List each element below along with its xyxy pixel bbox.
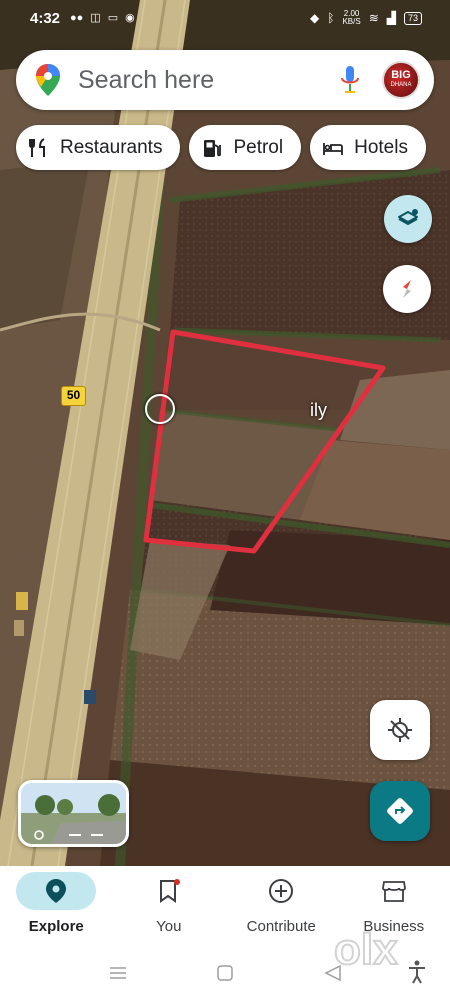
menu-icon[interactable] bbox=[110, 967, 126, 979]
instagram-icon: ◫ bbox=[90, 12, 101, 24]
bed-icon bbox=[323, 142, 343, 155]
status-bar: 4:32 ●● ◫ ▭ ◉ ◆ ᛒ 2.00 KB/S ≋ ▟ 73 bbox=[0, 0, 450, 38]
my-location-button[interactable] bbox=[370, 700, 430, 760]
bluetooth-icon: ᛒ bbox=[327, 11, 335, 25]
nav-label: Contribute bbox=[246, 918, 316, 935]
microphone-icon[interactable] bbox=[340, 66, 360, 94]
fuel-pump-icon bbox=[204, 139, 222, 157]
layers-button[interactable] bbox=[384, 195, 432, 243]
home-icon[interactable] bbox=[217, 965, 233, 981]
search-bar[interactable]: Search here BIG DHANA bbox=[16, 50, 434, 110]
directions-icon bbox=[387, 798, 413, 824]
app-notification-icon: ▭ bbox=[107, 12, 119, 24]
location-off-icon bbox=[388, 718, 412, 742]
category-chips: Restaurants Petrol Hotels bbox=[16, 125, 426, 170]
chip-petrol[interactable]: Petrol bbox=[189, 125, 302, 170]
network-speed: 2.00 KB/S bbox=[342, 9, 361, 26]
compass-icon bbox=[403, 280, 411, 298]
location-status-icon: ◉ bbox=[125, 12, 135, 24]
storefront-icon bbox=[381, 881, 406, 902]
olx-watermark-logo: olx bbox=[333, 924, 399, 975]
fork-knife-icon bbox=[29, 137, 45, 157]
layers-icon bbox=[398, 209, 418, 225]
location-pin-icon bbox=[46, 879, 67, 903]
chip-label: Hotels bbox=[354, 136, 408, 158]
maps-logo-icon bbox=[36, 64, 60, 96]
place-marker-icon[interactable] bbox=[145, 394, 175, 424]
chip-hotels[interactable]: Hotels bbox=[310, 125, 426, 170]
street-view-image bbox=[21, 783, 126, 844]
svg-text:olx: olx bbox=[334, 925, 398, 974]
nav-label: You bbox=[156, 918, 182, 935]
nav-explore[interactable]: Explore bbox=[0, 866, 113, 946]
nav-you[interactable]: You bbox=[113, 866, 226, 946]
street-view-thumbnail[interactable] bbox=[18, 780, 129, 847]
add-circle-icon bbox=[269, 879, 294, 903]
status-time: 4:32 bbox=[30, 10, 61, 27]
battery-icon: 73 bbox=[403, 11, 422, 25]
data-saver-icon: ◆ bbox=[310, 11, 320, 25]
place-label: ily bbox=[310, 400, 327, 420]
bookmark-icon bbox=[159, 879, 180, 903]
search-input[interactable]: Search here bbox=[78, 66, 340, 95]
system-icons: ◆ ᛒ 2.00 KB/S ≋ ▟ 73 bbox=[310, 10, 422, 26]
notification-dot-icon: ●● bbox=[70, 11, 84, 24]
signal-icon: ▟ bbox=[386, 11, 396, 25]
chip-label: Petrol bbox=[233, 136, 284, 158]
account-avatar[interactable]: BIG DHANA bbox=[382, 61, 420, 99]
compass-button[interactable] bbox=[383, 265, 431, 313]
notification-icons: ●● ◫ ▭ ◉ bbox=[70, 11, 135, 25]
wifi-icon: ≋ bbox=[368, 11, 379, 25]
directions-button[interactable] bbox=[370, 781, 430, 841]
nav-label: Explore bbox=[28, 918, 84, 935]
road-number-shield: 50 bbox=[61, 386, 86, 406]
chip-restaurants[interactable]: Restaurants bbox=[16, 125, 181, 170]
chip-label: Restaurants bbox=[60, 136, 163, 158]
nav-contribute[interactable]: Contribute bbox=[225, 866, 338, 946]
